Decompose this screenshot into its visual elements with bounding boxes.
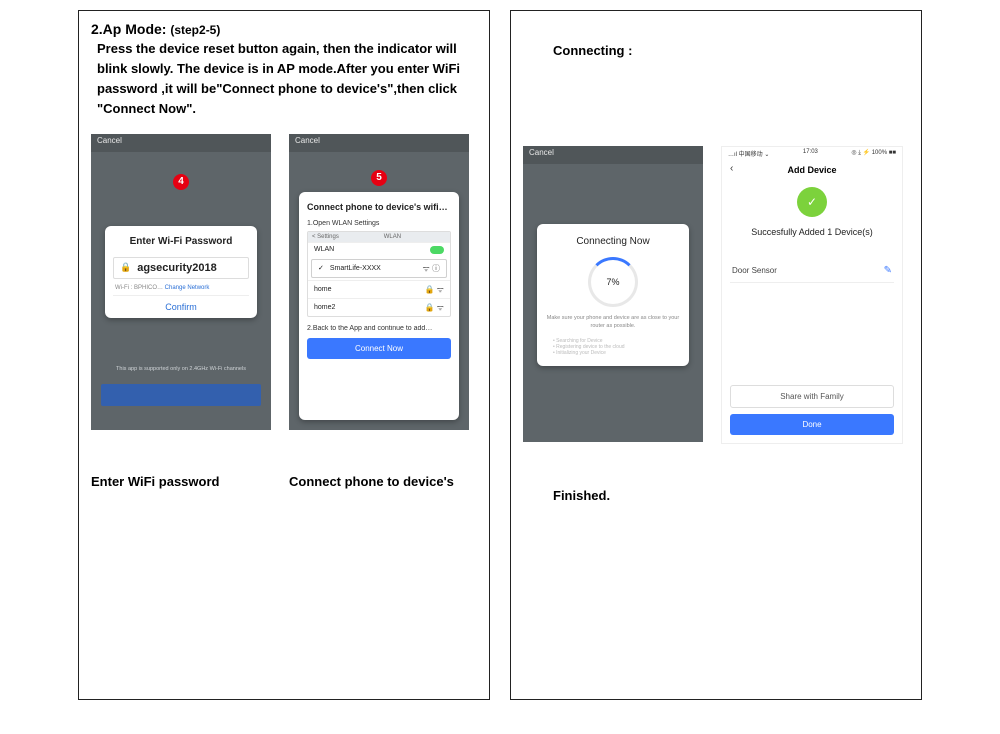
progress-percent: 7%	[606, 277, 619, 287]
caption-5: Connect phone to device's	[289, 474, 469, 489]
manual-page-right: Connecting : Cancel Connecting Now 7% Ma…	[510, 10, 922, 700]
wlan-row-selected[interactable]: SmartLife-XXXXᯤ ⓘ	[311, 259, 447, 278]
confirm-button[interactable]: Confirm	[113, 295, 249, 312]
card-title: Enter Wi-Fi Password	[113, 236, 249, 247]
wifi-subline: Wi-Fi : BPHICO… Change Network	[115, 285, 249, 291]
cancel-link[interactable]: Cancel	[529, 148, 554, 157]
share-button[interactable]: Share with Family	[730, 385, 894, 408]
manual-page-left: 2.Ap Mode: (step2-5) Press the device re…	[78, 10, 490, 700]
device-row[interactable]: Door Sensor ✎	[730, 259, 894, 283]
connecting-card: Connecting Now 7% Make sure your phone a…	[537, 224, 689, 366]
edit-icon[interactable]: ✎	[884, 265, 892, 276]
bottom-buttons: Share with Family Done	[730, 385, 894, 435]
cancel-link[interactable]: Cancel	[97, 136, 122, 145]
wlan-row[interactable]: home2🔒 ᯤ	[308, 298, 450, 316]
cancel-link[interactable]: Cancel	[295, 136, 320, 145]
screenshot-connect-phone: Cancel 5 Connect phone to device's wifi……	[289, 134, 469, 430]
connect-now-button[interactable]: Connect Now	[307, 338, 451, 359]
ssid-text: agsecurity2018	[137, 262, 217, 274]
wifi-icon: ᯤ ⓘ	[422, 263, 440, 274]
page-title: Add Device	[722, 161, 902, 179]
wlan-row[interactable]: WLAN	[308, 242, 450, 257]
wifi-footnote: This app is supported only on 2.4GHz Wi-…	[91, 366, 271, 372]
section-title: 2.Ap Mode: (step2-5)	[91, 21, 477, 37]
wlan-header: < Settings WLAN	[308, 232, 450, 242]
captions: Enter WiFi password Connect phone to dev…	[91, 430, 477, 489]
bottom-bar	[101, 384, 261, 406]
instruction-text: Press the device reset button again, the…	[97, 39, 477, 120]
card-title: Connecting Now	[545, 236, 681, 247]
step-badge-4: 4	[173, 174, 189, 190]
connect-phone-card: Connect phone to device's wifi… 1.Open W…	[299, 192, 459, 420]
card-title: Connect phone to device's wifi…	[307, 202, 451, 212]
lock-icon: 🔒	[120, 262, 131, 273]
step-badge-5: 5	[371, 170, 387, 186]
change-network-link[interactable]: Change Network	[165, 285, 210, 291]
toggle-icon[interactable]	[430, 246, 444, 254]
wifi-icon: 🔒 ᯤ	[425, 284, 445, 295]
screenshot-connecting: Cancel Connecting Now 7% Make sure your …	[523, 146, 703, 442]
progress-step: Initializing your Device	[553, 350, 673, 356]
tip-text: Make sure your phone and device are as c…	[545, 315, 681, 330]
wlan-settings-preview: < Settings WLAN WLAN SmartLife-XXXXᯤ ⓘ h…	[307, 231, 451, 317]
title-main: 2.Ap Mode:	[91, 21, 170, 37]
wlan-row[interactable]: home🔒 ᯤ	[308, 280, 450, 298]
device-name: Door Sensor	[732, 266, 777, 275]
progress-steps: Searching for Device Registering device …	[553, 338, 673, 356]
wifi-ssid-field[interactable]: 🔒 agsecurity2018	[113, 257, 249, 279]
wlan-back: < Settings	[312, 234, 339, 240]
wifi-icon: 🔒 ᯤ	[425, 302, 445, 313]
step-1-label: 1.Open WLAN Settings	[307, 220, 451, 227]
connecting-heading: Connecting :	[553, 43, 909, 58]
title-sub: (step2-5)	[170, 23, 220, 37]
wlan-title: WLAN	[384, 234, 401, 240]
screenshots-row: Cancel Connecting Now 7% Make sure your …	[523, 146, 909, 444]
sub-prefix: Wi-Fi : BPHICO…	[115, 285, 163, 291]
finished-caption: Finished.	[553, 488, 909, 503]
success-check-icon: ✓	[797, 187, 827, 217]
wifi-password-card: Enter Wi-Fi Password 🔒 agsecurity2018 Wi…	[105, 226, 257, 318]
step-2-label: 2.Back to the App and continue to add…	[307, 325, 451, 332]
screenshot-enter-wifi: Cancel 4 Enter Wi-Fi Password 🔒 agsecuri…	[91, 134, 271, 430]
progress-ring: 7%	[588, 257, 638, 307]
screenshots-row: Cancel 4 Enter Wi-Fi Password 🔒 agsecuri…	[91, 134, 477, 430]
caption-4: Enter WiFi password	[91, 474, 271, 489]
success-text: Succesfully Added 1 Device(s)	[722, 227, 902, 237]
done-button[interactable]: Done	[730, 414, 894, 435]
screenshot-finished: …ıl 中国移动 ⌄ 17:03 ◎ ⤓ ⚡ 100% ■■ ‹ Add Dev…	[721, 146, 903, 444]
